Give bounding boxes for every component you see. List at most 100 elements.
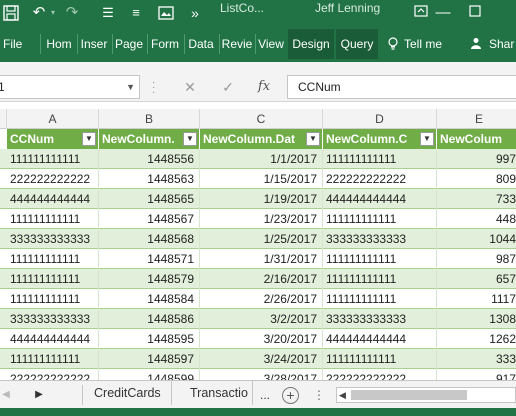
table-cell[interactable]: 733 (437, 189, 516, 209)
table-cell[interactable]: 333333333333 (323, 229, 437, 249)
grip-icon[interactable]: · · · (152, 78, 156, 98)
table-row[interactable]: 333333333333 1448586 3/2/2017 333333333333 1… (0, 309, 516, 329)
lightbulb-icon[interactable] (386, 34, 400, 54)
column-header-b[interactable]: B (99, 109, 200, 129)
table-cell[interactable]: 111111111111 (323, 209, 437, 229)
more-sheets-button[interactable]: ... (254, 381, 276, 409)
table-cell[interactable]: 1448568 (99, 229, 200, 249)
table-cell[interactable]: 111111111111 (323, 149, 437, 169)
table-cell[interactable]: 3/24/2017 (200, 349, 323, 369)
column-header-c[interactable]: C (200, 109, 323, 129)
table-cell[interactable]: 1448584 (99, 289, 200, 309)
tab-formulas[interactable]: Form (149, 34, 181, 54)
column-header-e[interactable]: E (437, 109, 516, 129)
share-button[interactable]: Shar (489, 34, 516, 54)
table-cell[interactable]: 444444444444 (7, 189, 99, 209)
table-row[interactable]: 111111111111 1448567 1/23/2017 111111111111… (0, 209, 516, 229)
table-header-newcolumn-e[interactable]: NewColum (437, 129, 516, 149)
column-header-a[interactable]: A (7, 109, 99, 129)
worksheet-grid[interactable]: A B C D E CCNum ▼ NewColumn. ▼ NewColumn.D… (0, 109, 516, 380)
filter-dropdown-icon[interactable]: ▼ (420, 132, 434, 146)
table-row[interactable]: 111111111111 1448556 1/1/2017 111111111111 9… (0, 149, 516, 169)
table-cell[interactable]: 1/23/2017 (200, 209, 323, 229)
table-cell[interactable]: 1/19/2017 (200, 189, 323, 209)
table-cell[interactable]: 1448563 (99, 169, 200, 189)
table-header-newcolumn[interactable]: NewColumn. ▼ (99, 129, 200, 149)
filter-dropdown-icon[interactable]: ▼ (306, 132, 320, 146)
table-cell[interactable]: 987 (437, 249, 516, 269)
table-cell[interactable]: 333333333333 (7, 309, 99, 329)
table-cell[interactable]: 1/15/2017 (200, 169, 323, 189)
tell-me-search[interactable]: Tell me (404, 34, 446, 54)
sheet-tab-transactions[interactable]: Transactio (180, 381, 253, 405)
column-header-d[interactable]: D (323, 109, 437, 129)
table-cell[interactable]: 111111111111 (323, 249, 437, 269)
table-row[interactable]: 222222222222 1448599 3/28/2017 222222222222… (0, 369, 516, 380)
table-cell[interactable]: 111111111111 (7, 249, 99, 269)
sheet-tab-creditcards[interactable]: CreditCards (84, 381, 172, 405)
table-row[interactable]: 222222222222 1448563 1/15/2017 222222222222… (0, 169, 516, 189)
name-box-dropdown-icon[interactable]: ▼ (126, 76, 135, 98)
add-sheet-button[interactable]: + (282, 387, 299, 404)
table-cell[interactable]: 222222222222 (7, 169, 99, 189)
table-cell[interactable]: 809 (437, 169, 516, 189)
tab-query[interactable]: Query (336, 29, 378, 59)
tab-insert[interactable]: Inser (79, 34, 109, 54)
table-cell[interactable]: 111111111111 (323, 269, 437, 289)
table-header-newcolumn-date[interactable]: NewColumn.Dat ▼ (200, 129, 323, 149)
table-cell[interactable]: 917 (437, 369, 516, 380)
tab-page-layout[interactable]: Page (114, 34, 144, 54)
table-cell[interactable]: 1448567 (99, 209, 200, 229)
table-cell[interactable]: 222222222222 (323, 369, 437, 380)
table-cell[interactable]: 111111111111 (323, 349, 437, 369)
name-box[interactable]: A1 ▼ (0, 75, 140, 99)
table-cell[interactable]: 3/28/2017 (200, 369, 323, 380)
table-cell[interactable]: 3/2/2017 (200, 309, 323, 329)
picture-icon[interactable] (156, 0, 176, 26)
select-all-corner[interactable] (0, 109, 7, 129)
table-row[interactable]: 111111111111 1448579 2/16/2017 111111111111… (0, 269, 516, 289)
formula-input[interactable]: CCNum (287, 75, 516, 99)
tab-design[interactable]: Design (288, 29, 334, 59)
table-cell[interactable]: 333333333333 (323, 309, 437, 329)
table-cell[interactable]: 1117 (437, 289, 516, 309)
table-cell[interactable]: 333 (437, 349, 516, 369)
tab-file[interactable]: File (3, 34, 22, 54)
numbered-list-icon[interactable]: ≡ (125, 0, 147, 26)
table-cell[interactable]: 111111111111 (323, 289, 437, 309)
table-cell[interactable]: 1448556 (99, 149, 200, 169)
table-cell[interactable]: 1308 (437, 309, 516, 329)
table-cell[interactable]: 2/16/2017 (200, 269, 323, 289)
table-cell[interactable]: 1448599 (99, 369, 200, 380)
insert-function-icon[interactable]: fx (250, 75, 278, 99)
scroll-left-icon[interactable]: ◀ (339, 388, 346, 402)
table-cell[interactable]: 1/25/2017 (200, 229, 323, 249)
tab-review[interactable]: Revie (221, 34, 253, 54)
filter-dropdown-icon[interactable]: ▼ (183, 132, 197, 146)
table-cell[interactable]: 111111111111 (7, 269, 99, 289)
table-cell[interactable]: 222222222222 (7, 369, 99, 380)
table-header-ccnum[interactable]: CCNum ▼ (7, 129, 99, 149)
table-cell[interactable]: 448 (437, 209, 516, 229)
undo-dropdown-icon[interactable]: ▾ (49, 0, 57, 26)
save-icon[interactable] (2, 0, 20, 26)
table-cell[interactable]: 2/26/2017 (200, 289, 323, 309)
share-icon[interactable] (469, 34, 483, 54)
table-row[interactable]: 444444444444 1448565 1/19/2017 444444444444… (0, 189, 516, 209)
table-row[interactable]: 111111111111 1448584 2/26/2017 111111111111… (0, 289, 516, 309)
table-cell[interactable]: 3/20/2017 (200, 329, 323, 349)
table-header-newcolumn-c[interactable]: NewColumn.C ▼ (323, 129, 437, 149)
table-cell[interactable]: 657 (437, 269, 516, 289)
scroll-sheets-right-icon[interactable]: ▶ (32, 381, 46, 409)
table-cell[interactable]: 222222222222 (323, 169, 437, 189)
undo-icon[interactable]: ↶ (30, 0, 48, 26)
table-cell[interactable]: 333333333333 (7, 229, 99, 249)
tab-view[interactable]: View (257, 34, 285, 54)
table-row[interactable]: 111111111111 1448571 1/31/2017 111111111111… (0, 249, 516, 269)
list-icon[interactable]: ☰ (99, 0, 117, 26)
table-cell[interactable]: 1448595 (99, 329, 200, 349)
table-cell[interactable]: 111111111111 (7, 149, 99, 169)
table-cell[interactable]: 997 (437, 149, 516, 169)
more-commands-icon[interactable]: » (186, 0, 204, 26)
tab-data[interactable]: Data (186, 34, 216, 54)
